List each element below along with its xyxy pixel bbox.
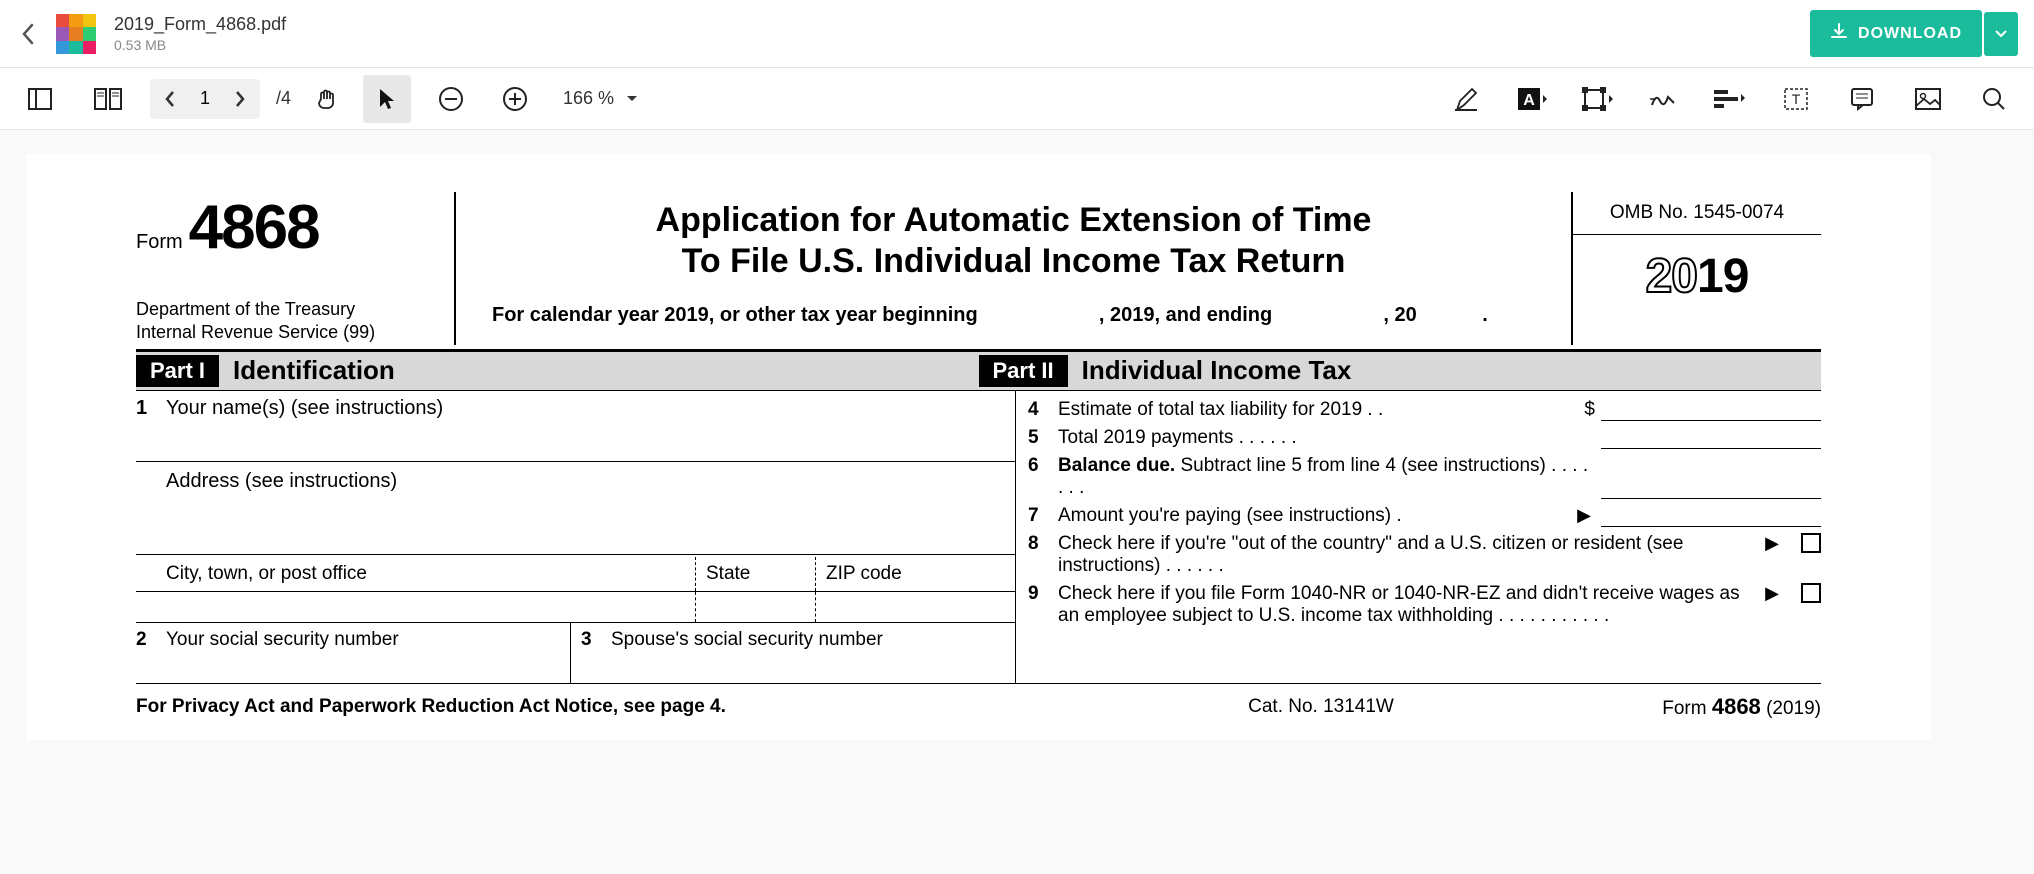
page-input[interactable] [188, 88, 222, 109]
download-dropdown[interactable] [1984, 12, 2018, 56]
line1-text: Your name(s) (see instructions) [166, 397, 1015, 420]
part2-label: Part II [979, 355, 1068, 387]
line7-amount[interactable] [1601, 505, 1821, 527]
text-box-button[interactable]: T [1772, 75, 1820, 123]
next-page-button[interactable] [222, 81, 258, 117]
form-footer: For Privacy Act and Paperwork Reduction … [136, 683, 1821, 720]
svg-text:T: T [1792, 91, 1801, 107]
line7-text: Amount you're paying (see instructions) … [1058, 505, 1567, 527]
spouse-ssn-field[interactable] [570, 657, 1015, 683]
download-label: DOWNLOAD [1858, 25, 1962, 43]
pdf-viewer[interactable]: Form 4868 Department of the Treasury Int… [0, 130, 2034, 874]
line8-text: Check here if you're "out of the country… [1058, 533, 1755, 577]
line4-text: Estimate of total tax liability for 2019… [1058, 399, 1584, 421]
file-size: 0.53 MB [114, 37, 1810, 53]
page-view-button[interactable] [84, 75, 132, 123]
line2-num: 2 [136, 629, 166, 651]
state-label: State [695, 557, 815, 591]
shape-tool-button[interactable] [1574, 75, 1622, 123]
line6-text: Balance due. Subtract line 5 from line 4… [1058, 455, 1601, 499]
form-title-2: To File U.S. Individual Income Tax Retur… [476, 241, 1551, 282]
svg-text:A: A [1523, 92, 1535, 109]
search-button[interactable] [1970, 75, 2018, 123]
line5-text: Total 2019 payments . . . . . . [1058, 427, 1601, 449]
line5-amount[interactable] [1601, 427, 1821, 449]
omb-number: OMB No. 1545-0074 [1573, 192, 1821, 235]
text-highlight-button[interactable]: A [1508, 75, 1556, 123]
form-number: 4868 [189, 200, 319, 256]
line9-text: Check here if you file Form 1040-NR or 1… [1058, 583, 1755, 627]
form-title-1: Application for Automatic Extension of T… [476, 200, 1551, 241]
sidebar-toggle-button[interactable] [16, 75, 64, 123]
footer-catalog: Cat. No. 13141W [1121, 696, 1521, 718]
arrow-icon: ▶ [1765, 533, 1779, 554]
toolbar: /4 166 % A [0, 68, 2034, 130]
line6-amount[interactable] [1601, 477, 1821, 499]
note-tool-button[interactable] [1838, 75, 1886, 123]
line3-num: 3 [581, 629, 611, 651]
form-label: Form [136, 231, 183, 254]
page-navigator [150, 79, 260, 119]
download-icon [1830, 22, 1848, 45]
line4-num: 4 [1028, 399, 1058, 421]
app-logo [56, 14, 96, 54]
dept-line-2: Internal Revenue Service (99) [136, 321, 442, 344]
line7-num: 7 [1028, 505, 1058, 527]
pen-tool-button[interactable] [1442, 75, 1490, 123]
app-header: 2019_Form_4868.pdf 0.53 MB DOWNLOAD [0, 0, 2034, 68]
footer-notice: For Privacy Act and Paperwork Reduction … [136, 696, 1121, 718]
city-field[interactable] [136, 592, 695, 622]
zip-label: ZIP code [815, 557, 1015, 591]
download-button[interactable]: DOWNLOAD [1810, 10, 1982, 57]
line8-num: 8 [1028, 533, 1058, 555]
dollar-sign: $ [1584, 399, 1595, 421]
line1-num: 1 [136, 397, 166, 420]
cal-year-pre: For calendar year 2019, or other tax yea… [492, 304, 978, 326]
arrow-icon: ▶ [1577, 505, 1591, 526]
tax-year: 2019 [1573, 235, 1821, 318]
hand-tool-button[interactable] [303, 75, 351, 123]
city-label: City, town, or post office [136, 557, 695, 591]
line4-amount[interactable] [1601, 399, 1821, 421]
cal-year-mid: , 2019, and ending [1099, 304, 1272, 326]
part1-title: Identification [233, 355, 395, 386]
footer-form-ref: Form 4868 (2019) [1521, 694, 1821, 720]
file-info: 2019_Form_4868.pdf 0.53 MB [114, 14, 1810, 53]
pdf-page: Form 4868 Department of the Treasury Int… [26, 154, 1931, 740]
line5-num: 5 [1028, 427, 1058, 449]
dept-line-1: Department of the Treasury [136, 298, 442, 321]
file-name: 2019_Form_4868.pdf [114, 14, 1810, 35]
address-label: Address (see instructions) [166, 470, 397, 493]
zoom-dropdown[interactable] [626, 90, 638, 108]
image-tool-button[interactable] [1904, 75, 1952, 123]
line6-num: 6 [1028, 455, 1058, 477]
back-button[interactable] [16, 22, 40, 46]
signature-tool-button[interactable] [1640, 75, 1688, 123]
select-tool-button[interactable] [363, 75, 411, 123]
ssn-field[interactable] [136, 657, 570, 683]
state-field[interactable] [695, 592, 815, 622]
line2-text: Your social security number [166, 629, 399, 651]
line3-text: Spouse's social security number [611, 629, 883, 651]
address-field[interactable] [136, 499, 1015, 555]
zoom-out-button[interactable] [427, 75, 475, 123]
cal-year-end: , 20 [1383, 304, 1416, 326]
redact-tool-button[interactable] [1706, 75, 1754, 123]
form-body: 1 Your name(s) (see instructions) Addres… [136, 391, 1821, 683]
part1-label: Part I [136, 355, 219, 387]
form-header: Form 4868 Department of the Treasury Int… [136, 192, 1821, 351]
zoom-in-button[interactable] [491, 75, 539, 123]
part2-title: Individual Income Tax [1082, 355, 1352, 386]
zoom-level: 166 % [563, 88, 614, 109]
name-field[interactable] [136, 426, 1015, 462]
page-total: /4 [276, 88, 291, 109]
arrow-icon: ▶ [1765, 583, 1779, 604]
line9-num: 9 [1028, 583, 1058, 605]
line8-checkbox[interactable] [1801, 533, 1821, 553]
zip-field[interactable] [815, 592, 1015, 622]
line9-checkbox[interactable] [1801, 583, 1821, 603]
prev-page-button[interactable] [152, 81, 188, 117]
parts-header: Part I Identification Part II Individual… [136, 351, 1821, 391]
